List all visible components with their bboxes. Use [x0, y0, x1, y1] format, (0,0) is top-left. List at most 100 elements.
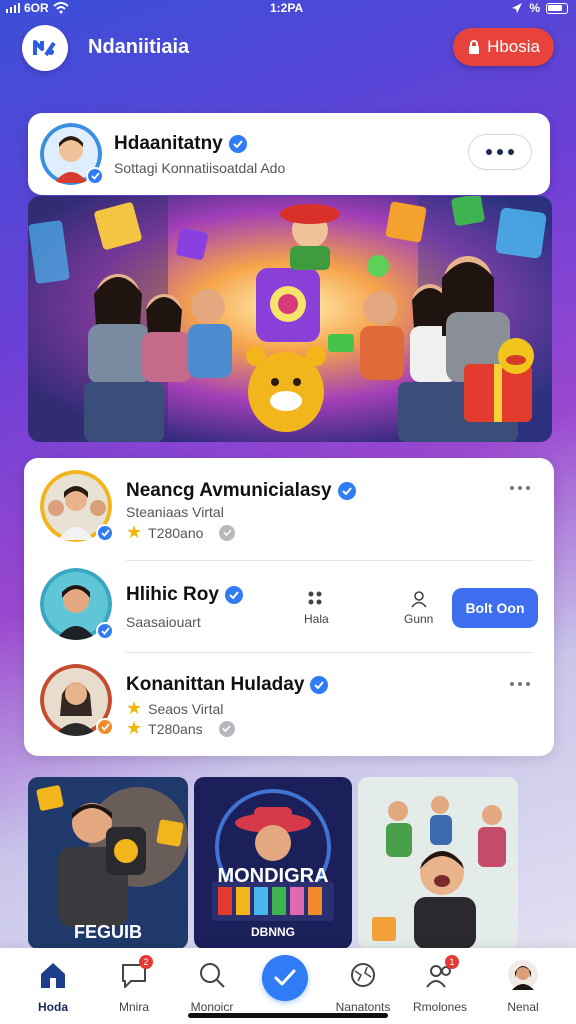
- friend-action-hala-label: Hala: [304, 612, 329, 626]
- friend-avatar[interactable]: [40, 664, 114, 736]
- media-tile[interactable]: [358, 777, 518, 949]
- row-more-button[interactable]: [510, 486, 530, 490]
- media-tile-image: [194, 777, 352, 949]
- profile-subtitle: Sottagi Konnatiisoatdal Ado: [114, 160, 286, 176]
- nav-label: Monoicr: [190, 1000, 234, 1014]
- friend-row[interactable]: Neancg Avmunicialasy Steaniaas Virtal ★ …: [24, 458, 554, 558]
- status-left: 6OR: [6, 1, 69, 15]
- header-action-button[interactable]: Hbosia: [453, 28, 554, 66]
- friend-action-gunn[interactable]: Gunn: [404, 590, 433, 626]
- check-icon: [218, 720, 235, 737]
- friend-name-row: Neancg Avmunicialasy: [126, 480, 356, 502]
- app-logo[interactable]: [22, 25, 68, 71]
- friend-avatar[interactable]: [40, 568, 114, 640]
- media-tile-image: [358, 777, 518, 949]
- profile-name: Hdaanitatny: [114, 133, 223, 154]
- globe-icon: [346, 958, 380, 992]
- profile-more-button[interactable]: [468, 134, 532, 170]
- row-more-button[interactable]: [510, 682, 530, 686]
- media-tile-caption: MONDIGRA: [217, 865, 329, 887]
- app-title: Ndaniitiaia: [88, 36, 190, 58]
- friend-action-hala[interactable]: Hala: [304, 590, 329, 626]
- send-check-icon: [274, 969, 296, 986]
- friend-action-gunn-label: Gunn: [404, 612, 434, 626]
- divider: [126, 560, 534, 561]
- more-dot-icon: [510, 486, 514, 490]
- grid-dots-icon: [308, 591, 322, 605]
- follow-button[interactable]: Bolt Oon: [452, 588, 538, 628]
- friends-card: Neancg Avmunicialasy Steaniaas Virtal ★ …: [24, 458, 554, 756]
- more-dot-icon: [518, 682, 522, 686]
- compose-button[interactable]: [262, 955, 308, 1001]
- verified-badge-icon: [96, 524, 114, 542]
- app-header: Ndaniitiaia Hbosia: [0, 22, 576, 74]
- profile-card[interactable]: Hdaanitatny Sottagi Konnatiisoatdal Ado: [28, 113, 550, 195]
- friend-subtitle: Steaniaas Virtal: [126, 504, 224, 520]
- status-bar: 6OR 1:2PA %: [0, 0, 576, 18]
- more-dot-icon: [497, 149, 503, 155]
- friend-name: Neancg Avmunicialasy: [126, 480, 332, 501]
- star-icon: ★: [126, 718, 143, 738]
- friend-meta: ★ T280ans: [126, 718, 235, 739]
- media-tile[interactable]: MONDIGRA DBNNG: [194, 777, 352, 949]
- friend-row[interactable]: Konanittan Huladay ★ Seaos Virtal ★ T280…: [24, 654, 554, 756]
- battery-percent: %: [529, 1, 540, 15]
- friend-name: Konanittan Huladay: [126, 674, 305, 695]
- profile-avatar[interactable]: [40, 123, 104, 185]
- nav-item-groups[interactable]: 1 Rmolones: [400, 955, 480, 1014]
- star-icon: ★: [126, 522, 143, 542]
- nav-item-home[interactable]: Hoda: [13, 958, 93, 1014]
- status-time: 1:2PA: [270, 1, 304, 15]
- signal-icon: [6, 3, 20, 13]
- nav-label: Rmolones: [412, 1000, 468, 1014]
- friend-name-row: Konanittan Huladay: [126, 674, 329, 696]
- notification-badge: 2: [139, 955, 153, 969]
- logo-mark-icon: [33, 40, 56, 57]
- nav-label: Nenal: [507, 1000, 539, 1014]
- verified-icon: [224, 586, 243, 604]
- more-dot-icon: [508, 149, 514, 155]
- home-indicator: [188, 1013, 388, 1018]
- profile-avatar-icon: [506, 958, 540, 992]
- more-dot-icon: [486, 149, 492, 155]
- media-tile-subcaption: DBNNG: [251, 925, 295, 939]
- battery-icon: [546, 2, 568, 14]
- lock-icon: [469, 40, 480, 54]
- nav-item-profile[interactable]: Nenal: [483, 958, 563, 1014]
- nav-item-search[interactable]: Monoicr: [172, 958, 252, 1014]
- nav-label: Hoda: [38, 1000, 68, 1014]
- wifi-icon: [53, 2, 69, 14]
- media-tile-caption: FEGUIB: [73, 922, 142, 942]
- nav-label: Nanatonts: [335, 1000, 391, 1014]
- verified-icon: [337, 482, 356, 500]
- friend-name: Hlihic Roy: [126, 584, 219, 605]
- location-icon: [512, 3, 523, 13]
- friend-meta-text: T280ans: [148, 720, 203, 737]
- friend-row[interactable]: Hlihic Roy Saasaiouart Hala Gunn Bolt Oo…: [24, 562, 554, 654]
- nav-item-chat[interactable]: 2 Mnira: [94, 955, 174, 1014]
- status-right: %: [511, 1, 568, 15]
- nav-item-globe[interactable]: Nanatonts: [323, 958, 403, 1014]
- friend-subtitle: Seaos Virtal: [148, 700, 224, 717]
- more-dot-icon: [510, 682, 514, 686]
- more-dot-icon: [518, 486, 522, 490]
- friend-subtitle-row: ★ Seaos Virtal: [126, 698, 223, 719]
- verified-icon: [310, 676, 329, 694]
- friend-avatar[interactable]: [40, 470, 114, 542]
- home-icon: [36, 958, 70, 992]
- more-dot-icon: [526, 682, 530, 686]
- status-badge-icon: [96, 718, 114, 736]
- hero-banner-image[interactable]: [28, 196, 552, 442]
- more-dot-icon: [526, 486, 530, 490]
- verified-badge-icon: [86, 167, 104, 185]
- nav-label: Mnira: [118, 1000, 149, 1014]
- verified-badge-icon: [96, 622, 114, 640]
- friend-subtitle: Saasaiouart: [126, 614, 201, 630]
- carrier-label: 6OR: [24, 1, 49, 15]
- friend-meta-text: T280ano: [148, 524, 204, 541]
- header-action-label: Hbosia: [487, 37, 540, 56]
- check-icon: [219, 524, 236, 541]
- chat-icon: 2: [117, 955, 153, 992]
- media-tile[interactable]: FEGUIB: [28, 777, 188, 949]
- friend-meta: ★ T280ano: [126, 522, 236, 543]
